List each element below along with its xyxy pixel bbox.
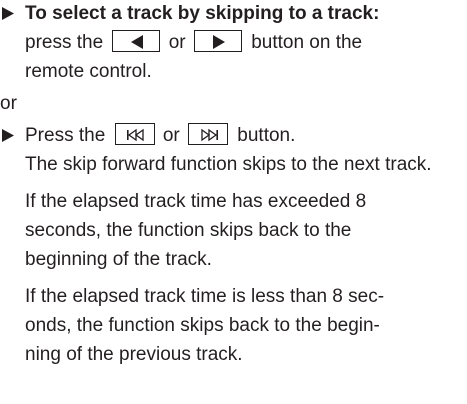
step-skip-track-buttons: Press the or button. The skip forward fu…	[0, 121, 467, 369]
step-instruction-line: press the or button on the	[25, 28, 467, 57]
or-text: or	[168, 32, 186, 53]
para3-line-2: onds, the function skips back to the beg…	[25, 315, 380, 336]
para3-line-3: ning of the previous track.	[25, 344, 243, 365]
skip-back-icon	[126, 128, 144, 142]
left-arrow-button	[112, 30, 161, 52]
skip-back-description-over-8s: If the elapsed track time has exceeded 8…	[25, 191, 367, 270]
step-heading: To select a track by skipping to a track…	[25, 3, 380, 24]
button-on-the-text: button on the	[251, 32, 363, 53]
skip-forward-description: The skip forward function skips to the n…	[25, 154, 432, 175]
press-the-text: press the	[25, 32, 104, 53]
para3-line-1: If the elapsed track time is less than 8…	[25, 286, 385, 307]
remote-control-text: remote control.	[25, 61, 152, 82]
or-separator: or	[0, 93, 17, 114]
skip-back-description-under-8s: If the elapsed track time is less than 8…	[25, 282, 467, 369]
button-text: button.	[237, 125, 296, 146]
step-instruction-line: Press the or button.	[25, 121, 467, 150]
skip-forward-button	[188, 123, 229, 145]
press-the-text: Press the	[25, 125, 106, 146]
left-arrow-icon	[131, 35, 144, 49]
skip-forward-icon	[201, 128, 219, 142]
step-skip-track-arrows: To select a track by skipping to a track…	[0, 0, 467, 86]
right-arrow-icon	[212, 35, 225, 49]
or-text: or	[162, 125, 180, 146]
right-arrow-button	[193, 30, 242, 52]
skip-back-button	[114, 123, 155, 145]
instruction-document: To select a track by skipping to a track…	[0, 0, 467, 369]
